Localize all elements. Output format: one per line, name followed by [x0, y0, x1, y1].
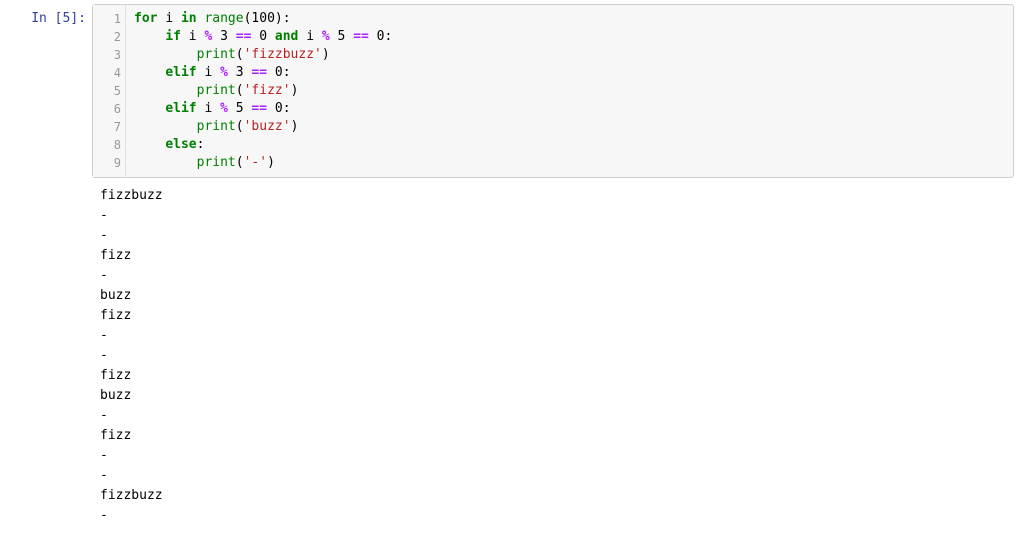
- line-number-gutter: 123456789: [93, 5, 126, 177]
- line-number: 3: [93, 46, 121, 64]
- input-prompt: In [5]:: [0, 4, 92, 26]
- line-number: 8: [93, 136, 121, 154]
- line-number: 2: [93, 28, 121, 46]
- code-line[interactable]: if i % 3 == 0 and i % 5 == 0:: [134, 28, 1005, 46]
- code-line[interactable]: elif i % 5 == 0:: [134, 100, 1005, 118]
- code-line[interactable]: print('-'): [134, 154, 1005, 172]
- stdout-output: fizzbuzz - - fizz - buzz fizz - - fizz b…: [92, 182, 1014, 526]
- code-line[interactable]: for i in range(100):: [134, 10, 1005, 28]
- line-number: 1: [93, 10, 121, 28]
- notebook: In [5]: 123456789 for i in range(100): i…: [0, 0, 1024, 526]
- line-number: 6: [93, 100, 121, 118]
- code-line[interactable]: elif i % 3 == 0:: [134, 64, 1005, 82]
- output-cell: fizzbuzz - - fizz - buzz fizz - - fizz b…: [0, 182, 1024, 526]
- output-prompt: [0, 182, 92, 189]
- line-number: 4: [93, 64, 121, 82]
- code-cell: In [5]: 123456789 for i in range(100): i…: [0, 4, 1024, 178]
- code-line[interactable]: print('buzz'): [134, 118, 1005, 136]
- line-number: 9: [93, 154, 121, 172]
- line-number: 7: [93, 118, 121, 136]
- line-number: 5: [93, 82, 121, 100]
- code-line[interactable]: else:: [134, 136, 1005, 154]
- code-line[interactable]: print('fizz'): [134, 82, 1005, 100]
- code-input-area[interactable]: 123456789 for i in range(100): if i % 3 …: [92, 4, 1014, 178]
- code-editor[interactable]: for i in range(100): if i % 3 == 0 and i…: [126, 5, 1013, 177]
- code-line[interactable]: print('fizzbuzz'): [134, 46, 1005, 64]
